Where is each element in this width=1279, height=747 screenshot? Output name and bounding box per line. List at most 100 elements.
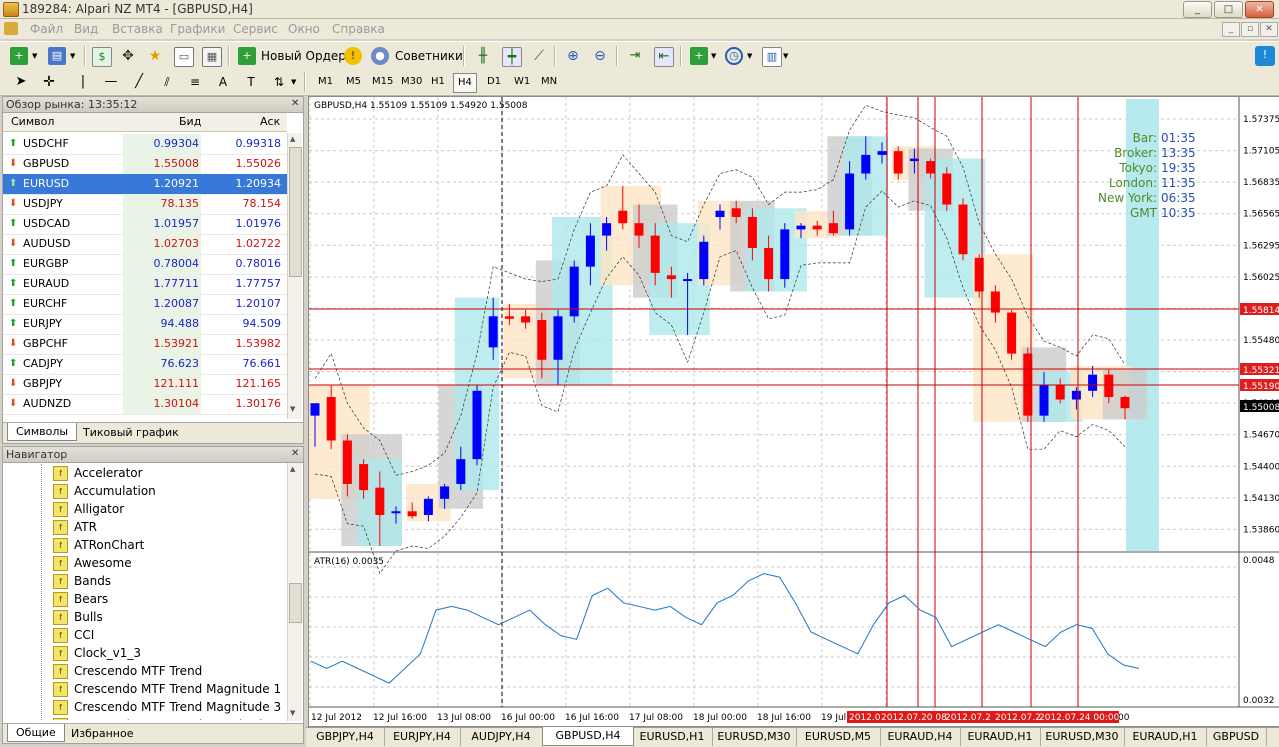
market-watch-row[interactable]: ⬇ AUDUSD 1.02703 1.02722 <box>3 234 287 255</box>
tf-m5[interactable]: M5 <box>342 73 365 91</box>
chart-shift-icon[interactable]: ⇤ <box>654 47 674 67</box>
strategy-tester-icon[interactable]: ▦ <box>202 47 222 67</box>
autoscroll-icon[interactable]: ⇥ <box>626 47 644 65</box>
tf-h1[interactable]: H1 <box>427 73 449 91</box>
market-watch-row[interactable]: ⬇ USDJPY 78.135 78.154 <box>3 194 287 215</box>
bar-chart-icon[interactable]: ╫ <box>474 47 492 65</box>
tab-tick-chart[interactable]: Тиковый график <box>75 424 187 441</box>
tf-m1[interactable]: M1 <box>314 73 337 91</box>
market-watch-row[interactable]: ⬇ GBPUSD 1.55008 1.55026 <box>3 154 287 175</box>
menu-view[interactable]: Вид <box>74 22 98 36</box>
chevron-down-icon[interactable]: ▼ <box>747 52 752 60</box>
vertical-line-icon[interactable]: | <box>74 73 92 91</box>
mdi-restore-button[interactable]: ▫ <box>1241 22 1259 37</box>
col-bid[interactable]: Бид <box>179 113 201 131</box>
tf-h4[interactable]: H4 <box>453 73 477 93</box>
chart-tab[interactable]: EURUSD,H1 <box>632 728 713 746</box>
trendline-icon[interactable]: ╱ <box>130 73 148 91</box>
menu-insert[interactable]: Вставка <box>112 22 163 36</box>
close-icon[interactable]: ✕ <box>291 98 299 109</box>
menu-window[interactable]: Окно <box>288 22 320 36</box>
menu-charts[interactable]: Графики <box>170 22 225 36</box>
tab-common[interactable]: Общие <box>7 724 65 742</box>
new-order-button[interactable]: Новый Ордер <box>261 46 346 66</box>
maximize-button[interactable]: □ <box>1214 1 1243 18</box>
text-label-icon[interactable]: T <box>242 73 260 91</box>
templates-icon[interactable]: ▥ <box>762 47 782 67</box>
messages-icon[interactable]: ! <box>1255 46 1275 66</box>
navigator-icon[interactable]: ★ <box>146 47 164 65</box>
arrows-icon[interactable]: ⇅ <box>270 73 288 91</box>
col-ask[interactable]: Аск <box>260 113 280 131</box>
fibonacci-icon[interactable]: ≡ <box>186 73 204 91</box>
chart-tab[interactable]: GBPUSD,H4 <box>542 727 634 746</box>
market-watch-row[interactable]: ⬇ GBPCHF 1.53921 1.53982 <box>3 334 287 355</box>
expert-advisors-icon[interactable]: ● <box>371 47 389 65</box>
cursor-icon[interactable]: ➤ <box>12 73 30 91</box>
metaeditor-icon[interactable]: ! <box>344 47 362 65</box>
tf-m30[interactable]: M30 <box>397 73 426 91</box>
tab-symbols[interactable]: Символы <box>7 423 78 441</box>
market-watch-row[interactable]: ⬆ EURJPY 94.488 94.509 <box>3 314 287 335</box>
chevron-down-icon[interactable]: ▼ <box>32 52 37 60</box>
chart-tab[interactable]: EURUSD,M5 <box>796 728 881 746</box>
market-watch-row[interactable]: ⬆ EURGBP 0.78004 0.78016 <box>3 254 287 275</box>
tf-w1[interactable]: W1 <box>510 73 534 91</box>
market-watch-row[interactable]: ⬇ GBPJPY 121.111 121.165 <box>3 374 287 395</box>
chart-tab[interactable]: AUDJPY,H4 <box>460 728 543 746</box>
chart-tab[interactable]: EURUSD,M30 <box>1040 728 1125 746</box>
market-watch-row[interactable]: ⬇ AUDNZD 1.30104 1.30176 <box>3 394 287 415</box>
menu-file[interactable]: Файл <box>30 22 63 36</box>
chevron-down-icon[interactable]: ▼ <box>711 52 716 60</box>
chart-tab[interactable]: EURAUD,H4 <box>880 728 961 746</box>
menu-help[interactable]: Справка <box>332 22 385 36</box>
market-watch-row[interactable]: ⬆ EURUSD 1.20921 1.20934 <box>3 174 287 195</box>
new-order-icon[interactable]: + <box>238 47 256 65</box>
mdi-close-button[interactable]: ✕ <box>1260 22 1278 37</box>
indicators-icon[interactable]: + <box>690 47 708 65</box>
close-icon[interactable]: ✕ <box>291 448 299 459</box>
profiles-icon[interactable]: ▤ <box>48 47 66 65</box>
tf-mn[interactable]: MN <box>537 73 561 91</box>
market-watch-row[interactable]: ⬆ CADJPY 76.623 76.661 <box>3 354 287 375</box>
tf-d1[interactable]: D1 <box>483 73 505 91</box>
chevron-down-icon[interactable]: ▼ <box>291 78 296 86</box>
chart-window[interactable]: 1.57375 1.57105 1.56835 1.56565 1.56295 1.560… <box>308 96 1279 727</box>
periods-clock-icon[interactable]: ◷ <box>725 47 743 65</box>
chart-tab[interactable]: EURJPY,H4 <box>384 728 461 746</box>
new-chart-icon[interactable]: + <box>10 47 28 65</box>
tab-favorites[interactable]: Избранное <box>63 725 141 742</box>
market-watch-row[interactable]: ⬆ USDCHF 0.99304 0.99318 <box>3 134 287 155</box>
minimize-button[interactable]: _ <box>1183 1 1212 18</box>
tf-m15[interactable]: M15 <box>368 73 397 91</box>
chart-tab[interactable]: GBPJPY,H4 <box>306 728 385 746</box>
horizontal-line-icon[interactable]: — <box>102 73 120 91</box>
text-icon[interactable]: A <box>214 73 232 91</box>
zoom-in-icon[interactable]: ⊕ <box>564 47 582 65</box>
mdi-minimize-button[interactable]: _ <box>1222 22 1240 37</box>
line-chart-icon[interactable]: ⟋ <box>530 47 548 65</box>
chevron-down-icon[interactable]: ▼ <box>70 52 75 60</box>
menu-tools[interactable]: Сервис <box>233 22 278 36</box>
channel-icon[interactable]: ⫽ <box>158 73 176 91</box>
data-window-icon[interactable]: ✥ <box>119 47 137 65</box>
chart-tab[interactable]: GBPUSD <box>1206 728 1267 746</box>
market-watch-row[interactable]: ⬆ EURAUD 1.77711 1.77757 <box>3 274 287 295</box>
market-watch-scrollbar[interactable]: ▲ ▼ <box>287 133 302 419</box>
terminal-icon[interactable]: ▭ <box>174 47 194 67</box>
chart-doc-icon[interactable] <box>4 22 18 35</box>
col-symbol[interactable]: Символ <box>11 113 54 131</box>
chevron-down-icon[interactable]: ▼ <box>783 52 788 60</box>
candlestick-icon[interactable]: ┿ <box>502 47 522 67</box>
close-button[interactable]: ✕ <box>1245 1 1274 18</box>
market-watch-icon[interactable]: $ <box>92 47 112 67</box>
crosshair-icon[interactable]: ✛ <box>40 73 58 91</box>
chart-tab[interactable]: EURUSD,M30 <box>712 728 797 746</box>
market-watch-row[interactable]: ⬆ EURCHF 1.20087 1.20107 <box>3 294 287 315</box>
chart-tab[interactable]: EURAUD,H1 <box>1124 728 1207 746</box>
market-watch-row[interactable]: ⬆ USDCAD 1.01957 1.01976 <box>3 214 287 235</box>
expert-advisors-button[interactable]: Советники <box>395 46 463 66</box>
zoom-out-icon[interactable]: ⊖ <box>591 47 609 65</box>
navigator-scrollbar[interactable]: ▲ ▼ <box>287 463 302 721</box>
chart-tab[interactable]: EURAUD,H1 <box>960 728 1041 746</box>
